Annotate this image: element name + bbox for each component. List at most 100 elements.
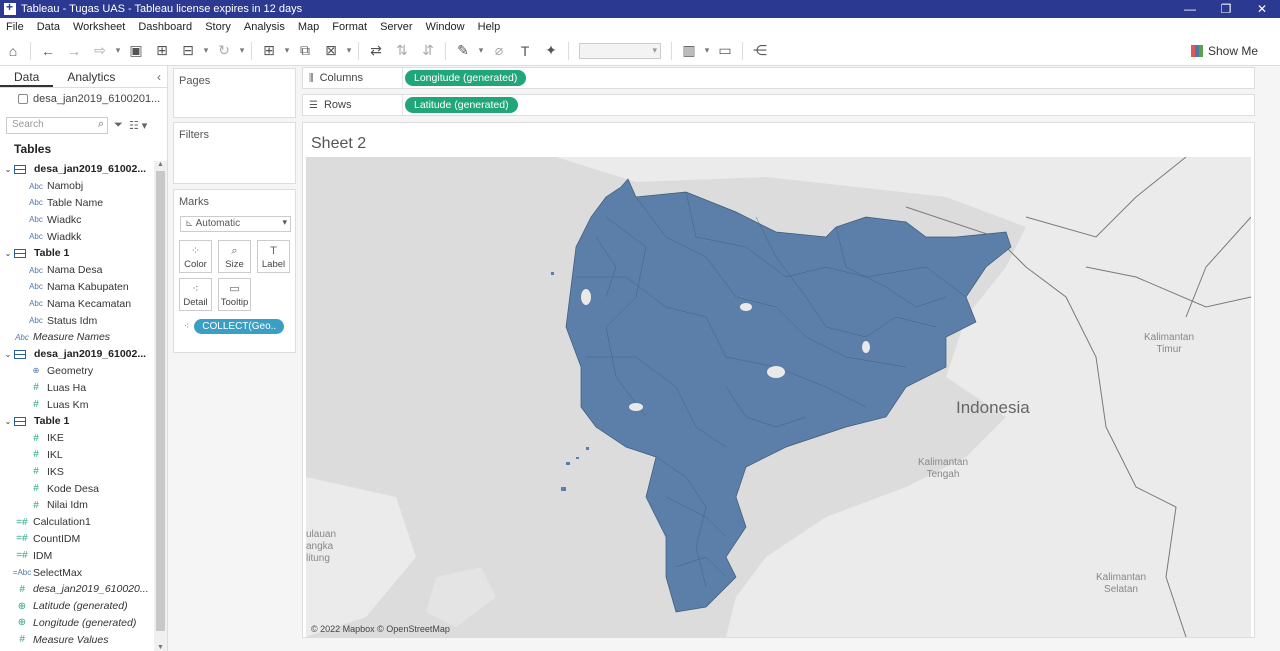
color-button[interactable]: ⁘ Color	[179, 240, 212, 273]
filter-icon[interactable]: ⏷	[114, 119, 123, 132]
new-datasource-icon[interactable]: ⊞	[154, 42, 170, 59]
tab-data[interactable]: Data	[0, 66, 54, 87]
menu-help[interactable]: Help	[478, 21, 501, 33]
share-icon[interactable]: ⋲	[752, 42, 768, 59]
field-item[interactable]: =# IDM	[0, 547, 154, 564]
field-item[interactable]: # Measure Values	[0, 631, 154, 648]
tooltip-button[interactable]: ▭ Tooltip	[218, 278, 251, 311]
chevron-down-icon[interactable]: ▾	[704, 45, 710, 56]
expand-icon[interactable]: ⌄	[2, 165, 14, 174]
field-item[interactable]: # Luas Km	[0, 396, 154, 413]
table-group[interactable]: ⌄ desa_jan2019_61002...	[0, 161, 154, 178]
field-item[interactable]: =# Calculation1	[0, 514, 154, 531]
menu-story[interactable]: Story	[205, 21, 231, 33]
field-item[interactable]: # Luas Ha	[0, 379, 154, 396]
pin-icon[interactable]: ✦	[543, 42, 559, 59]
menu-server[interactable]: Server	[380, 21, 412, 33]
show-cards-icon[interactable]: ▥	[681, 42, 697, 59]
columns-shelf[interactable]: ⫼ Columns Longitude (generated)	[302, 67, 1255, 89]
rows-shelf[interactable]: ☰ Rows Latitude (generated)	[302, 94, 1255, 116]
rows-pill[interactable]: Latitude (generated)	[405, 97, 518, 113]
expand-icon[interactable]: ⌄	[2, 350, 14, 359]
pages-card[interactable]: Pages	[173, 68, 296, 118]
scroll-up-icon[interactable]: ▲	[157, 161, 164, 168]
sheet-title[interactable]: Sheet 2	[311, 135, 366, 153]
field-item[interactable]: Abc Table Name	[0, 195, 154, 212]
close-button[interactable]: ✕	[1244, 0, 1280, 18]
label-icon[interactable]: T	[517, 43, 533, 59]
collapse-pane-icon[interactable]: ‹	[157, 70, 161, 84]
replay-icon[interactable]: ⇨	[92, 42, 108, 59]
menu-analysis[interactable]: Analysis	[244, 21, 285, 33]
field-item[interactable]: Abc Status Idm	[0, 312, 154, 329]
field-item[interactable]: Abc Nama Kecamatan	[0, 295, 154, 312]
scroll-down-icon[interactable]: ▼	[157, 644, 164, 651]
map-credit[interactable]: © 2022 Mapbox © OpenStreetMap	[311, 624, 450, 634]
pause-autoupdate-icon[interactable]: ⊟	[180, 42, 196, 59]
undo-icon[interactable]: ←	[40, 43, 56, 59]
map-view[interactable]: Indonesia Kalimantan Timur Kalimantan Te…	[306, 157, 1251, 637]
field-item[interactable]: # Nilai Idm	[0, 497, 154, 514]
menu-worksheet[interactable]: Worksheet	[73, 21, 125, 33]
columns-pill[interactable]: Longitude (generated)	[405, 70, 527, 86]
search-input[interactable]: Search	[6, 116, 108, 134]
menu-data[interactable]: Data	[37, 21, 60, 33]
new-worksheet-icon[interactable]: ⊞	[261, 42, 277, 59]
field-item[interactable]: Abc Wiadkk	[0, 228, 154, 245]
menu-window[interactable]: Window	[426, 21, 465, 33]
size-button[interactable]: ⌕ Size	[218, 240, 251, 273]
highlight-icon[interactable]: ✎	[455, 42, 471, 59]
show-me-button[interactable]: Show Me	[1190, 44, 1258, 58]
label-button[interactable]: T Label	[257, 240, 290, 273]
minimize-button[interactable]: —	[1172, 0, 1208, 18]
view-scrollbar[interactable]	[1268, 66, 1280, 651]
swap-icon[interactable]: ⇄	[368, 42, 384, 59]
field-item[interactable]: ⊕ Latitude (generated)	[0, 598, 154, 615]
maximize-button[interactable]: ❐	[1208, 0, 1244, 18]
table-group[interactable]: ⌄ Table 1	[0, 245, 154, 262]
chevron-down-icon[interactable]: ▾	[346, 45, 352, 56]
chevron-down-icon[interactable]: ▾	[284, 45, 290, 56]
detail-pill[interactable]: COLLECT(Geo..	[194, 319, 285, 334]
field-item[interactable]: Abc Measure Names	[0, 329, 154, 346]
filters-card[interactable]: Filters	[173, 122, 296, 184]
field-item[interactable]: # desa_jan2019_610020...	[0, 581, 154, 598]
field-item[interactable]: ⊕ Geometry	[0, 363, 154, 380]
clear-icon[interactable]: ⊠	[323, 42, 339, 59]
field-item[interactable]: ⊕ Longitude (generated)	[0, 615, 154, 632]
presentation-icon[interactable]: ▭	[717, 42, 733, 59]
sort-descending-icon[interactable]: ⇵	[420, 42, 436, 59]
sort-ascending-icon[interactable]: ⇅	[394, 42, 410, 59]
fit-dropdown[interactable]	[579, 42, 661, 59]
chevron-down-icon[interactable]: ▾	[115, 45, 121, 56]
detail-button[interactable]: ⁖ Detail	[179, 278, 212, 311]
field-item[interactable]: Abc Nama Kabupaten	[0, 279, 154, 296]
field-item[interactable]: # IKE	[0, 430, 154, 447]
expand-icon[interactable]: ⌄	[2, 417, 14, 426]
field-item[interactable]: # Kode Desa	[0, 480, 154, 497]
field-item[interactable]: Abc Wiadkc	[0, 211, 154, 228]
redo-icon[interactable]: →	[66, 43, 82, 59]
table-group[interactable]: ⌄ Table 1	[0, 413, 154, 430]
expand-icon[interactable]: ⌄	[2, 249, 14, 258]
scroll-thumb[interactable]	[156, 171, 165, 631]
menu-format[interactable]: Format	[332, 21, 367, 33]
field-item[interactable]: # IKL	[0, 447, 154, 464]
field-item[interactable]: Abc Nama Desa	[0, 262, 154, 279]
mark-type-dropdown[interactable]: ⊾ Automatic	[180, 216, 291, 232]
datasource-item[interactable]: desa_jan2019_6100201...	[0, 88, 167, 110]
field-item[interactable]: # IKS	[0, 463, 154, 480]
menu-dashboard[interactable]: Dashboard	[138, 21, 192, 33]
tab-analytics[interactable]: Analytics	[53, 66, 129, 87]
view-options-icon[interactable]: ☷ ▾	[129, 119, 147, 132]
field-item[interactable]: =# CountIDM	[0, 531, 154, 548]
chevron-down-icon[interactable]: ▾	[203, 45, 209, 56]
chevron-down-icon[interactable]: ▾	[239, 45, 245, 56]
save-icon[interactable]: ▣	[128, 42, 144, 59]
home-icon[interactable]: ⌂	[5, 43, 21, 59]
group-icon[interactable]: ⌀	[491, 42, 507, 59]
table-group[interactable]: ⌄ desa_jan2019_61002...	[0, 346, 154, 363]
field-item[interactable]: Abc Namobj	[0, 178, 154, 195]
chevron-down-icon[interactable]: ▾	[478, 45, 484, 56]
duplicate-icon[interactable]: ⧉	[297, 42, 313, 59]
